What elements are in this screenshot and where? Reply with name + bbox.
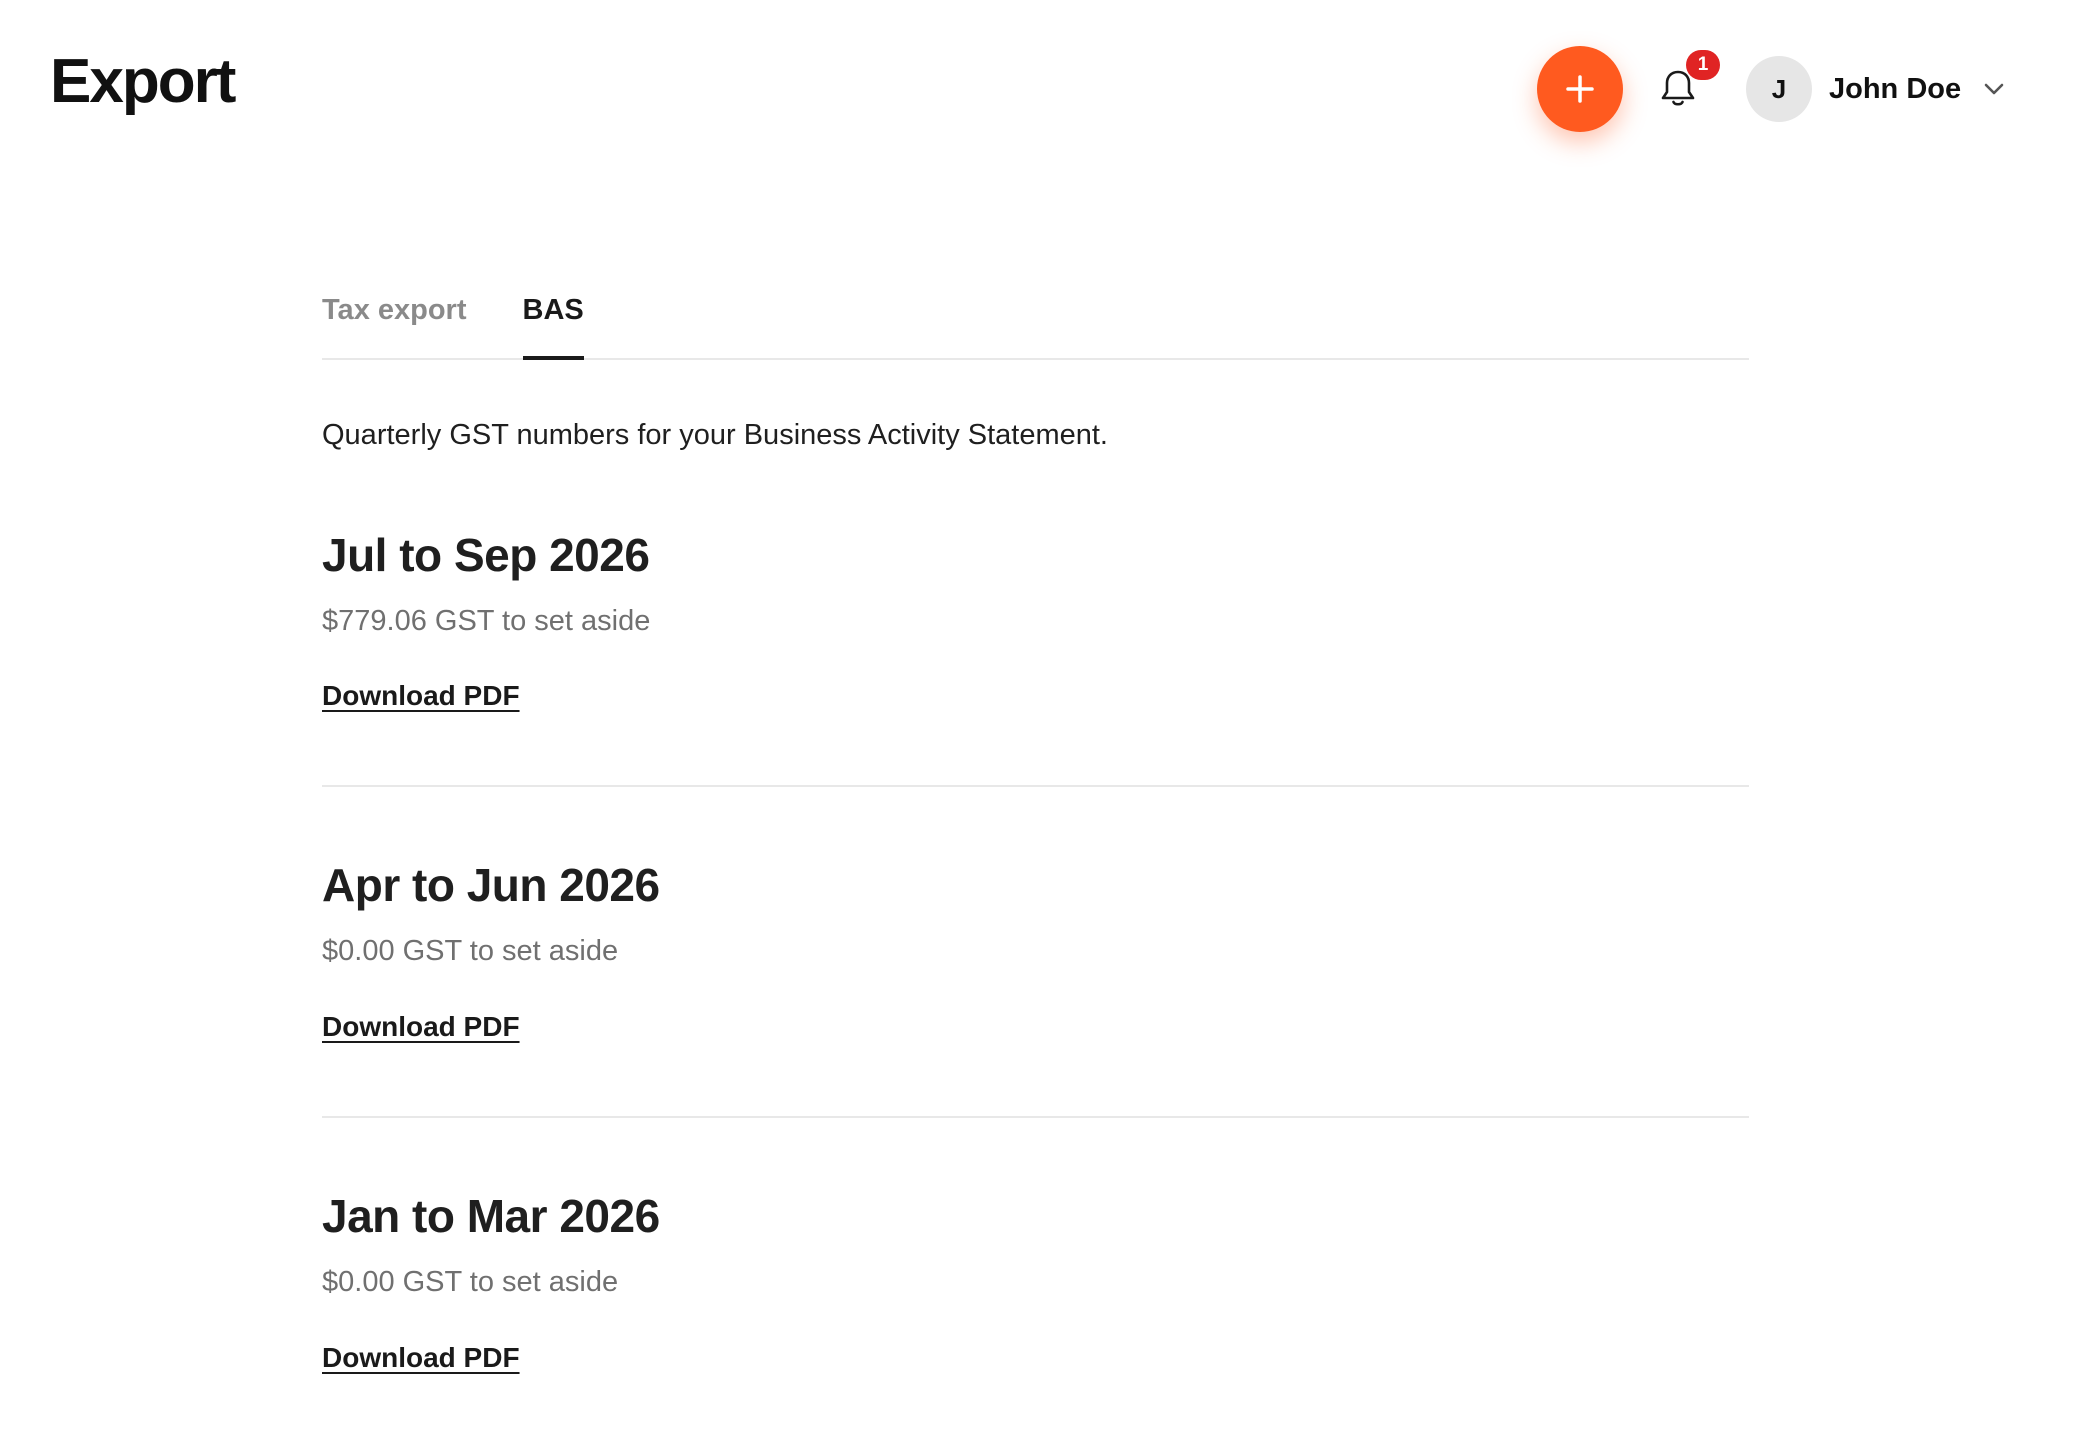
tab-bas[interactable]: BAS: [522, 270, 584, 360]
download-pdf-link[interactable]: Download PDF: [322, 680, 520, 712]
period-amount: $0.00 GST to set aside: [322, 935, 619, 968]
notification-badge: 1: [1686, 50, 1720, 80]
period-amount: $779.06 GST to set aside: [322, 604, 651, 637]
tab-bar: Tax export BAS: [322, 270, 1749, 360]
add-button[interactable]: [1537, 46, 1623, 132]
period-list: Jul to Sep 2026 $779.06 GST to set aside…: [322, 453, 1749, 1447]
period-title: Apr to Jun 2026: [322, 859, 660, 912]
avatar: J: [1746, 56, 1812, 122]
main-content: Tax export BAS Quarterly GST numbers for…: [322, 270, 1749, 1447]
user-menu[interactable]: J John Doe: [1746, 56, 2005, 122]
tab-tax-export[interactable]: Tax export: [322, 270, 467, 358]
user-name: John Doe: [1829, 72, 1962, 105]
notifications-button[interactable]: 1: [1650, 50, 1720, 118]
intro-text: Quarterly GST numbers for your Business …: [322, 419, 1108, 451]
download-pdf-link[interactable]: Download PDF: [322, 1342, 520, 1374]
chevron-down-icon: [1983, 82, 2005, 96]
period-item: Jul to Sep 2026 $779.06 GST to set aside…: [322, 453, 1749, 788]
period-title: Jan to Mar 2026: [322, 1190, 660, 1243]
period-amount: $0.00 GST to set aside: [322, 1266, 619, 1299]
top-bar: Export 1 J John Doe: [0, 0, 2096, 180]
period-title: Jul to Sep 2026: [322, 528, 650, 581]
plus-icon: [1564, 73, 1596, 105]
download-pdf-link[interactable]: Download PDF: [322, 1011, 520, 1043]
period-item: Jan to Mar 2026 $0.00 GST to set aside D…: [322, 1118, 1749, 1447]
period-item: Apr to Jun 2026 $0.00 GST to set aside D…: [322, 787, 1749, 1119]
page-title: Export: [50, 47, 236, 116]
